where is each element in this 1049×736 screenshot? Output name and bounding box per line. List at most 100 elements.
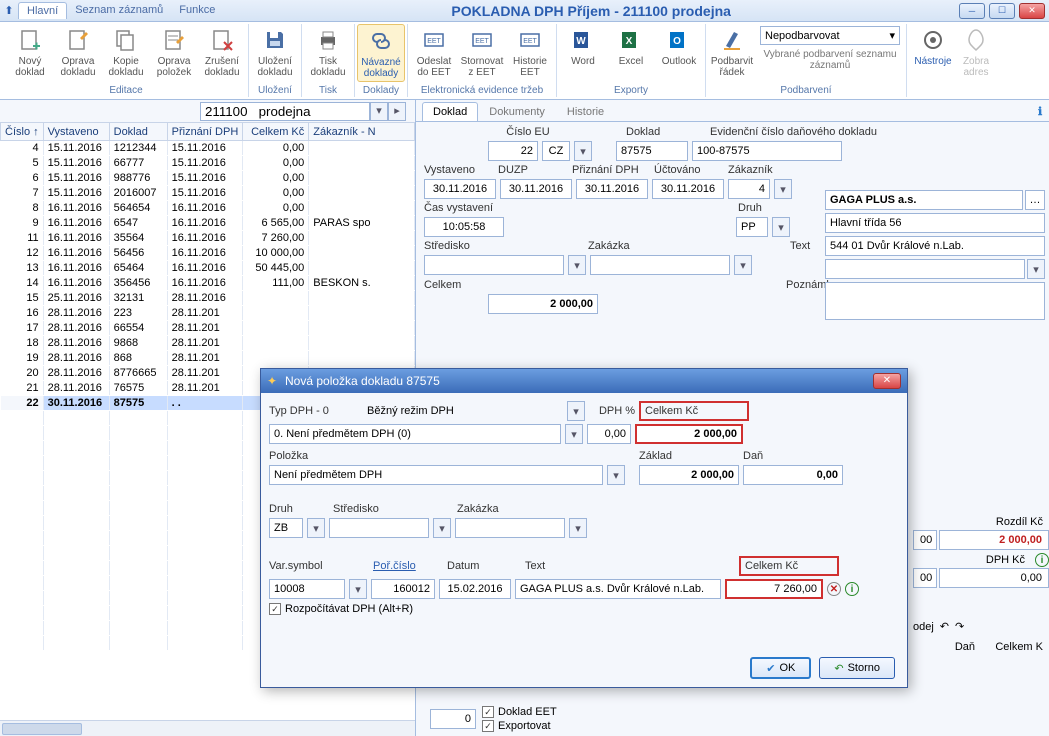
rb-ulozeni[interactable]: Uložení dokladu (251, 24, 299, 80)
storno-button[interactable]: ↶Storno (819, 657, 895, 679)
inp-text2[interactable]: GAGA PLUS a.s. Dvůr Králové n.Lab. (515, 579, 721, 599)
inp-celkem2[interactable]: 7 260,00 (725, 579, 823, 599)
chk-rozpocitat[interactable]: ✓Rozpočítávat DPH (Alt+R) (269, 603, 413, 615)
info-row-icon[interactable]: i (845, 582, 859, 596)
inp-text[interactable] (825, 259, 1025, 279)
table-row[interactable]: 1628.11.201622328.11.201 (1, 306, 415, 321)
rb-novy-doklad[interactable]: Nový doklad (6, 24, 54, 80)
chk-export[interactable]: ✓Exportovat (482, 720, 557, 732)
dd-druh2[interactable]: ▾ (307, 518, 325, 538)
link-por-cislo[interactable]: Poř.číslo (373, 560, 443, 572)
rb-outlook[interactable]: OOutlook (655, 24, 703, 69)
inp-zakazka2[interactable] (455, 518, 565, 538)
table-row[interactable]: 1928.11.201686828.11.201 (1, 351, 415, 366)
table-row[interactable]: 715.11.2016201600715.11.20160,00 (1, 186, 415, 201)
rb-word[interactable]: WWord (559, 24, 607, 69)
rb-odeslat-eet[interactable]: EETOdeslat do EET (410, 24, 458, 80)
inp-zakazka[interactable] (590, 255, 730, 275)
table-row[interactable]: 916.11.2016654716.11.20166 565,00PARAS s… (1, 216, 415, 231)
dd-rezim[interactable]: ▾ (567, 401, 585, 421)
tab-doklad[interactable]: Doklad (422, 102, 478, 121)
inp-zakaznik[interactable]: 4 (728, 179, 770, 199)
rb-nastroje[interactable]: Nástroje (909, 24, 957, 69)
inp-dan[interactable]: 0,00 (743, 465, 843, 485)
tab-dokumenty[interactable]: Dokumenty (478, 102, 556, 121)
rb-kopie-dokladu[interactable]: Kopie dokladu (102, 24, 150, 80)
left-filter-input[interactable] (200, 102, 370, 121)
inp-poznamka[interactable] (825, 282, 1045, 320)
dd-zakazka[interactable]: ▾ (734, 255, 752, 275)
footer-zero[interactable]: 0 (430, 709, 476, 729)
inp-druh[interactable]: PP (736, 217, 768, 237)
inp-priznani[interactable]: 30.11.2016 (576, 179, 648, 199)
col-vystaveno[interactable]: Vystaveno (43, 123, 109, 141)
dd-zakaznik[interactable]: ▾ (774, 179, 792, 199)
rb-zruseni-dokladu[interactable]: Zrušení dokladu (198, 24, 246, 80)
inp-stredisko2[interactable] (329, 518, 429, 538)
inp-celkem-kc[interactable]: 2 000,00 (635, 424, 743, 444)
rb-oprava-polozek[interactable]: Oprava položek (150, 24, 198, 80)
rb-tisk[interactable]: Tisk dokladu (304, 24, 352, 80)
table-row[interactable]: 816.11.201656465416.11.20160,00 (1, 201, 415, 216)
dialog-close-button[interactable]: ✕ (873, 373, 901, 389)
tab-historie[interactable]: Historie (556, 102, 615, 121)
inp-vystaveno[interactable]: 30.11.2016 (424, 179, 496, 199)
dd-var[interactable]: ▾ (349, 579, 367, 599)
combo-typ-dph[interactable]: 0. Není předmětem DPH (0) (269, 424, 561, 444)
inp-duzp[interactable]: 30.11.2016 (500, 179, 572, 199)
inp-evid[interactable]: 100-87575 (692, 141, 842, 161)
inp-uctovano[interactable]: 30.11.2016 (652, 179, 724, 199)
inp-cas[interactable]: 10:05:58 (424, 217, 504, 237)
dd-druh[interactable]: ▾ (772, 217, 790, 237)
left-filter-dd[interactable]: ▾ (370, 102, 388, 121)
table-row[interactable]: 1525.11.20163213128.11.2016 (1, 291, 415, 306)
rb-zobrazit[interactable]: Zobra adres (957, 24, 995, 80)
delete-row-icon[interactable]: ✕ (827, 582, 841, 596)
chk-eet[interactable]: ✓Doklad EET (482, 706, 557, 718)
dd-text[interactable]: ▾ (1027, 259, 1045, 279)
rb-podbarvit[interactable]: Podbarvit řádek (708, 24, 756, 80)
table-row[interactable]: 615.11.201698877615.11.20160,00 (1, 171, 415, 186)
menu-funkce[interactable]: Funkce (171, 2, 223, 19)
table-row[interactable]: 1828.11.2016986828.11.201 (1, 336, 415, 351)
dd-stredisko[interactable]: ▾ (568, 255, 586, 275)
table-row[interactable]: 1416.11.201635645616.11.2016111,00BESKON… (1, 276, 415, 291)
rb-navazne-doklady[interactable]: Návazné doklady (357, 24, 405, 82)
inp-zaklad[interactable]: 2 000,00 (639, 465, 739, 485)
col-priznani[interactable]: Přiznání DPH (167, 123, 243, 141)
table-row[interactable]: 1316.11.20166546416.11.201650 445,00 (1, 261, 415, 276)
inp-cz[interactable]: CZ (542, 141, 570, 161)
maximize-button[interactable]: ☐ (989, 3, 1015, 19)
inp-cislo-eu[interactable]: 22 (488, 141, 538, 161)
dd-cz[interactable]: ▾ (574, 141, 592, 161)
dd-zakazka2[interactable]: ▾ (569, 518, 587, 538)
info-icon[interactable]: ℹ (1027, 101, 1049, 121)
inp-polozka[interactable]: Není předmětem DPH (269, 465, 603, 485)
cust-more-button[interactable]: … (1025, 190, 1045, 210)
app-up-icon[interactable]: ⬆ (0, 4, 18, 17)
menu-hlavni[interactable]: Hlavní (18, 2, 67, 19)
inp-druh2[interactable]: ZB (269, 518, 303, 538)
minimize-button[interactable]: ─ (959, 3, 985, 19)
left-filter-go[interactable]: ▸ (388, 102, 406, 121)
grid-hscroll[interactable] (0, 720, 415, 736)
table-row[interactable]: 1116.11.20163556416.11.20167 260,00 (1, 231, 415, 246)
close-button[interactable]: ✕ (1019, 3, 1045, 19)
ok-button[interactable]: ✔OK (750, 657, 811, 679)
table-row[interactable]: 515.11.20166677715.11.20160,00 (1, 156, 415, 171)
inp-stredisko[interactable] (424, 255, 564, 275)
col-doklad[interactable]: Doklad (109, 123, 167, 141)
info-green-icon[interactable]: i (1035, 553, 1049, 567)
rb-excel[interactable]: XExcel (607, 24, 655, 69)
col-cislo[interactable]: Číslo ↑ (1, 123, 44, 141)
col-celkem[interactable]: Celkem Kč (243, 123, 309, 141)
dd-polozka[interactable]: ▾ (607, 465, 625, 485)
dd-stredisko2[interactable]: ▾ (433, 518, 451, 538)
menu-seznam[interactable]: Seznam záznamů (67, 2, 171, 19)
dd-typ-dph[interactable]: ▾ (565, 424, 583, 444)
table-row[interactable]: 1216.11.20165645616.11.201610 000,00 (1, 246, 415, 261)
inp-doklad[interactable]: 87575 (616, 141, 688, 161)
table-row[interactable]: 1728.11.20166655428.11.201 (1, 321, 415, 336)
inp-var[interactable]: 10008 (269, 579, 345, 599)
inp-datum[interactable]: 15.02.2016 (439, 579, 511, 599)
